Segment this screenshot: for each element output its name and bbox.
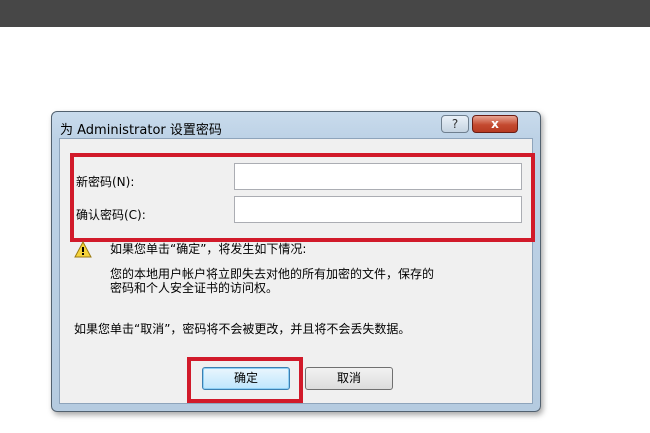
warning-line-2: 您的本地用户帐户将立即失去对他的所有加密的文件，保存的 xyxy=(110,267,435,281)
warning-line-1: 如果您单击“确定”，将发生如下情况: xyxy=(110,242,307,256)
confirm-password-field[interactable] xyxy=(234,196,522,223)
cancel-button[interactable]: 取消 xyxy=(305,367,393,390)
dialog-title: 为 Administrator 设置密码 xyxy=(60,123,222,138)
ok-button[interactable]: 确定 xyxy=(202,367,290,390)
dialog-content: 新密码(N): 确认密码(C): 如果您单击“确定”，将发生如下情况: 您的本地… xyxy=(59,138,535,404)
set-password-dialog: 为 Administrator 设置密码 ? x 新密码(N): 确认密码(C)… xyxy=(51,111,541,412)
confirm-password-label: 确认密码(C): xyxy=(76,208,146,222)
warning-icon xyxy=(74,241,92,258)
top-dark-bar xyxy=(0,0,650,27)
close-button[interactable]: x xyxy=(472,115,518,133)
help-button[interactable]: ? xyxy=(441,115,469,133)
new-password-field[interactable] xyxy=(234,163,522,190)
warning-line-3: 密码和个人安全证书的访问权。 xyxy=(110,281,279,295)
new-password-label: 新密码(N): xyxy=(76,175,135,189)
cancel-note: 如果您单击“取消”，密码将不会被更改，并且将不会丢失数据。 xyxy=(74,322,411,336)
